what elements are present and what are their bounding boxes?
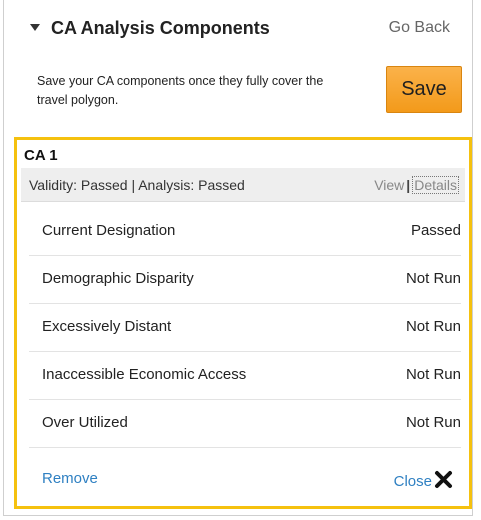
ca-analysis-panel: CA Analysis Components Go Back Save your… — [3, 0, 473, 516]
ca-title: CA 1 — [24, 147, 58, 164]
analysis-label: Over Utilized — [42, 414, 128, 431]
list-item: Demographic Disparity Not Run — [29, 256, 461, 304]
analysis-label: Inaccessible Economic Access — [42, 366, 247, 383]
save-button[interactable]: Save — [386, 66, 462, 113]
close-x-icon[interactable] — [434, 470, 453, 494]
analysis-value: Passed — [410, 222, 461, 239]
analysis-value: Not Run — [405, 270, 461, 287]
list-item: Inaccessible Economic Access Not Run — [29, 352, 461, 400]
analysis-value: Not Run — [405, 318, 461, 335]
close-button[interactable]: Close — [394, 470, 453, 494]
analysis-value: Not Run — [405, 366, 461, 383]
view-details-links: View | Details — [374, 176, 459, 194]
analysis-value: Not Run — [405, 414, 461, 431]
status-bar: Validity: Passed | Analysis: Passed View… — [21, 168, 465, 202]
details-link[interactable]: Details — [412, 176, 459, 194]
list-item: Over Utilized Not Run — [29, 400, 461, 448]
validity-status: Validity: Passed | Analysis: Passed — [29, 177, 245, 193]
view-link[interactable]: View — [374, 177, 404, 193]
analysis-results-list: Current Designation Passed Demographic D… — [29, 208, 461, 448]
close-label[interactable]: Close — [394, 473, 432, 490]
save-instructions: Save your CA components once they fully … — [37, 74, 324, 107]
caret-down-icon[interactable] — [30, 24, 40, 31]
link-separator: | — [406, 177, 411, 193]
analysis-label: Current Designation — [42, 222, 176, 239]
list-item: Current Designation Passed — [29, 208, 461, 256]
list-item: Excessively Distant Not Run — [29, 304, 461, 352]
go-back-link[interactable]: Go Back — [389, 19, 450, 37]
panel-title: CA Analysis Components — [51, 18, 270, 38]
remove-link[interactable]: Remove — [42, 470, 98, 487]
ca-component-card: CA 1 Validity: Passed | Analysis: Passed… — [14, 137, 472, 509]
analysis-label: Excessively Distant — [42, 318, 172, 335]
analysis-label: Demographic Disparity — [42, 270, 194, 287]
